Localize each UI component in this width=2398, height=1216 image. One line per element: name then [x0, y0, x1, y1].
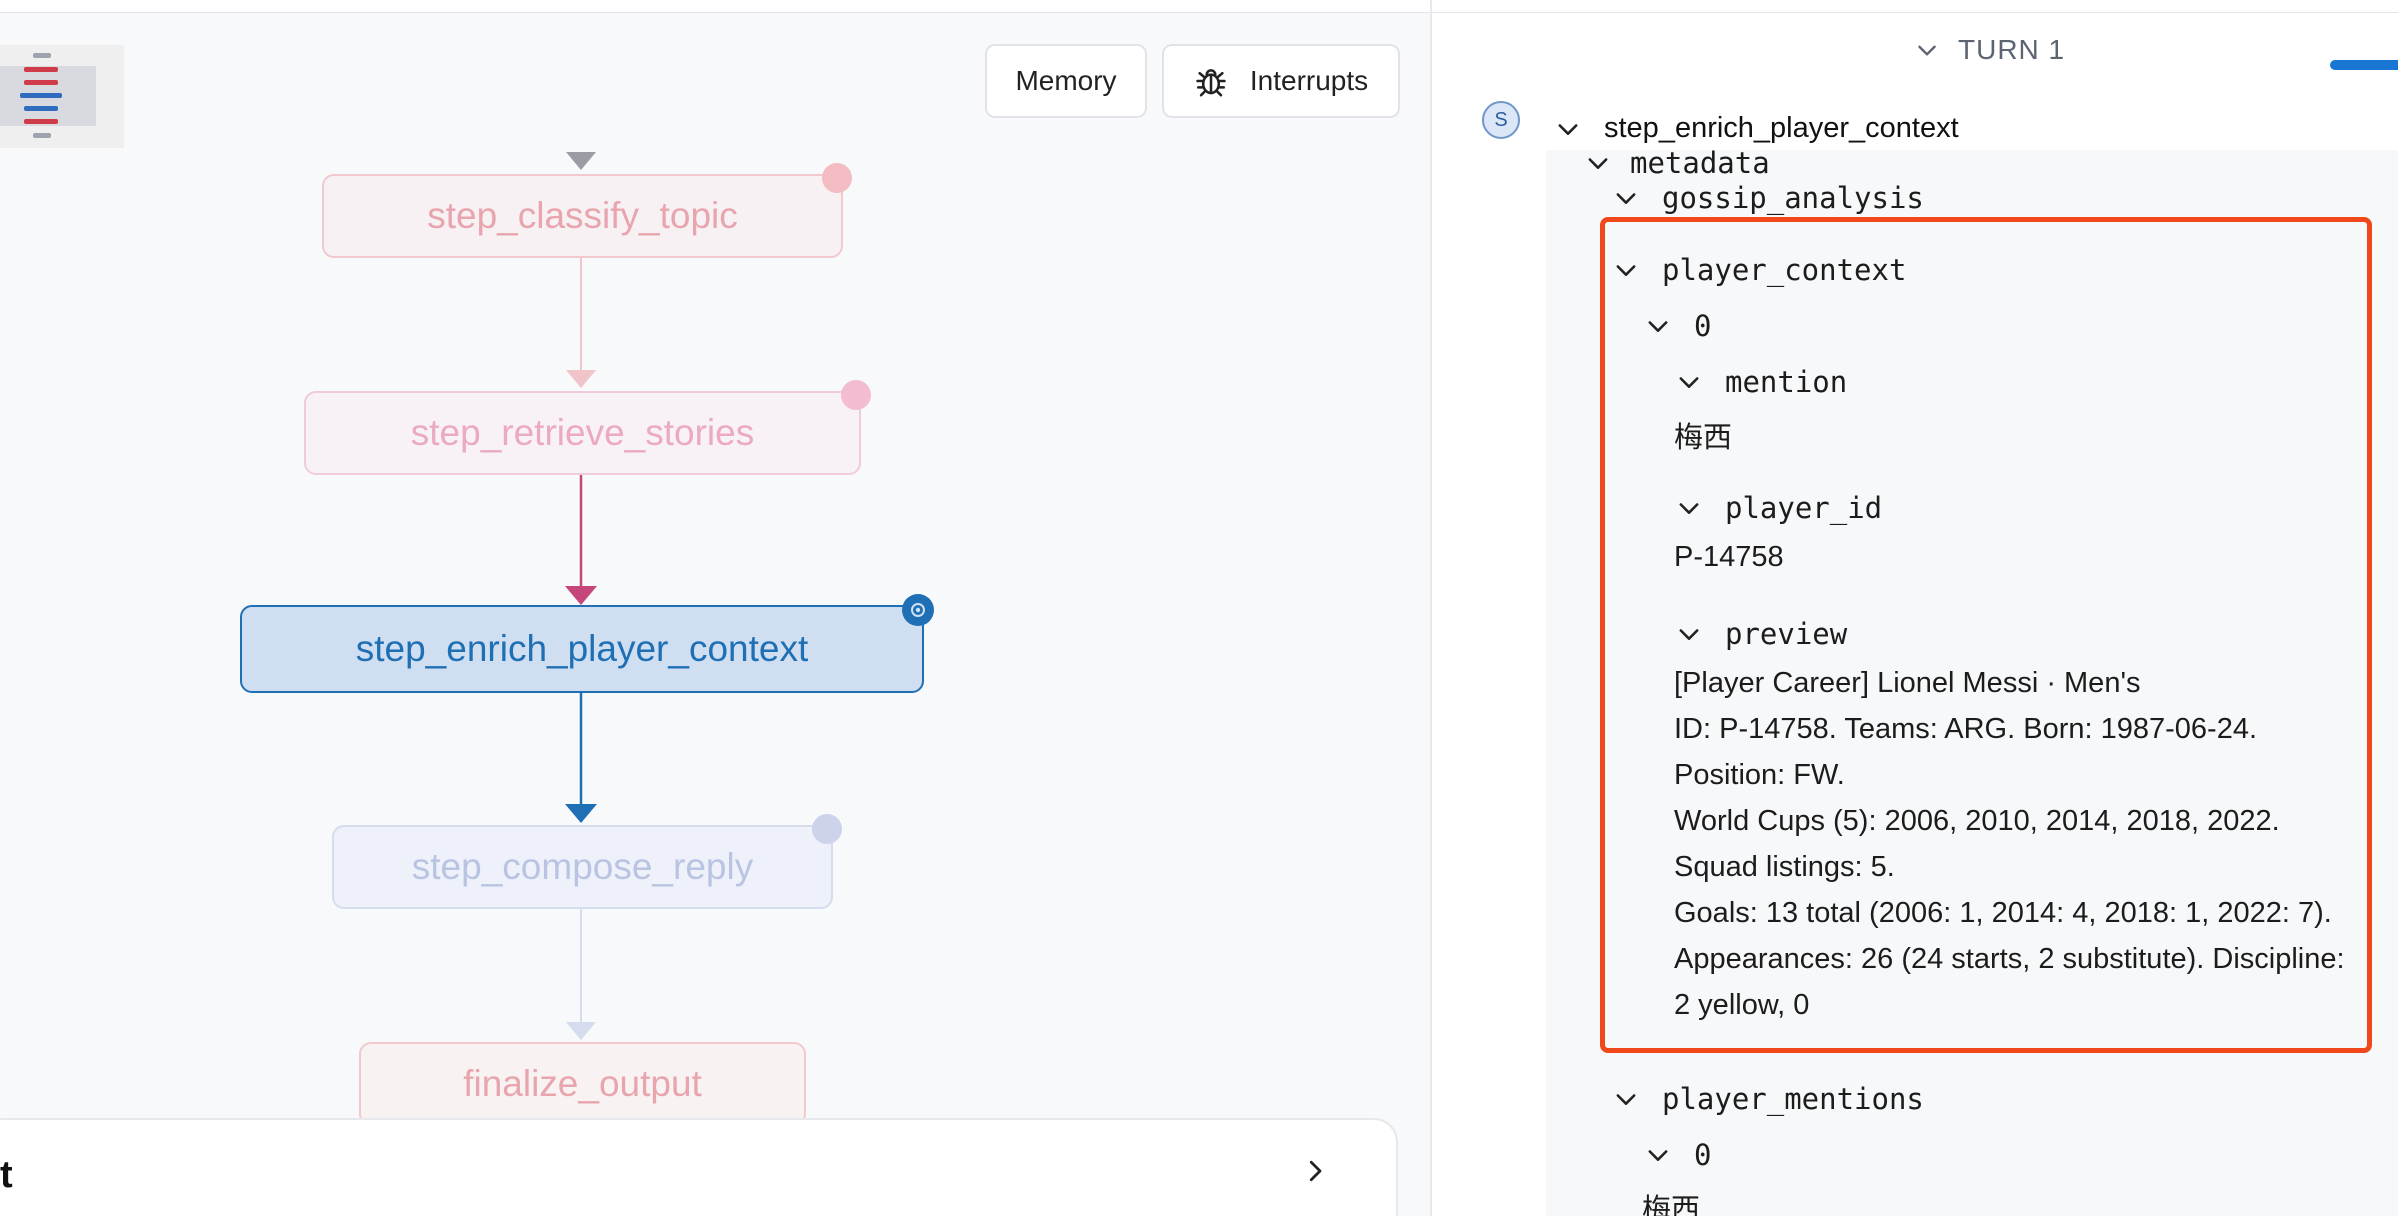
- node-label: step_enrich_player_context: [355, 628, 809, 669]
- chevron-down-icon: [1648, 1150, 1668, 1161]
- tree-key: player_mentions: [1662, 1082, 1924, 1116]
- node-status-dot: [841, 380, 871, 410]
- node-label: step_classify_topic: [427, 195, 738, 236]
- node-step-retrieve-stories[interactable]: step_retrieve_stories: [304, 391, 861, 475]
- tree-node-player-context[interactable]: player_context: [1612, 253, 1906, 287]
- tree-node-mention[interactable]: mention: [1675, 365, 1847, 399]
- tree-key: preview: [1725, 617, 1848, 651]
- mentions-value: 梅西: [1642, 1194, 1701, 1216]
- tree-key: mention: [1725, 365, 1848, 399]
- node-label: step_compose_reply: [411, 846, 754, 887]
- tree-node-player-mentions[interactable]: player_mentions: [1612, 1082, 1924, 1116]
- tree-key: gossip_analysis: [1662, 181, 1924, 215]
- tree-key: player_id: [1725, 491, 1883, 525]
- chevron-down-icon: [1679, 377, 1699, 388]
- top-border: [1432, 0, 2398, 13]
- bottom-panel[interactable]: t: [0, 1118, 1398, 1216]
- preview-line: 2 yellow, 0: [1674, 989, 1810, 1021]
- node-finalize-output[interactable]: finalize_output: [359, 1042, 806, 1126]
- inspector-panel: TURN 1 S step_enrich_player_context meta…: [1432, 0, 2398, 1216]
- turn-header[interactable]: TURN 1: [1914, 34, 2065, 66]
- chevron-down-icon: [1679, 503, 1699, 514]
- edge-arrow-1: [566, 370, 596, 388]
- tree-key: 0: [1694, 1138, 1712, 1172]
- node-step-enrich-player-context[interactable]: step_enrich_player_context: [240, 605, 924, 693]
- node-status-dot: [812, 814, 842, 844]
- turn-progress-bar: [2330, 60, 2398, 70]
- tree-node-index-0[interactable]: 0: [1644, 309, 1711, 343]
- chevron-down-icon: [1918, 45, 1936, 56]
- chevron-down-icon: [1616, 193, 1636, 204]
- tree-node-player-id[interactable]: player_id: [1675, 491, 1882, 525]
- mention-value: 梅西: [1674, 422, 1733, 454]
- node-status-dot: [822, 163, 852, 193]
- chevron-down-icon: [1648, 321, 1668, 332]
- step-header[interactable]: step_enrich_player_context: [1554, 112, 1959, 145]
- edge-arrow-3: [565, 804, 597, 823]
- edge-arrow-4: [566, 1022, 596, 1040]
- graph-canvas[interactable]: Memory Interrupts step_classify_topic st…: [0, 0, 1430, 1216]
- bottom-panel-title: t: [0, 1154, 13, 1196]
- tree-key: 0: [1694, 309, 1712, 343]
- node-label: finalize_output: [463, 1063, 702, 1104]
- preview-line: Position: FW.: [1674, 759, 1845, 791]
- gear-icon: [902, 594, 934, 626]
- chevron-right-icon[interactable]: [1300, 1156, 1330, 1186]
- tree-key: player_context: [1662, 253, 1907, 287]
- edge-arrow-2: [565, 586, 597, 605]
- chevron-down-icon: [1588, 158, 1608, 169]
- preview-line: ID: P-14758. Teams: ARG. Born: 1987-06-2…: [1674, 713, 2258, 745]
- tree-node-gossip-analysis[interactable]: gossip_analysis: [1612, 181, 1924, 215]
- chevron-down-icon: [1616, 265, 1636, 276]
- chevron-down-icon: [1616, 1094, 1636, 1105]
- step-name: step_enrich_player_context: [1604, 112, 1959, 144]
- node-step-classify-topic[interactable]: step_classify_topic: [322, 174, 843, 258]
- step-badge: S: [1482, 101, 1520, 139]
- tree-node-mentions-index-0[interactable]: 0: [1644, 1138, 1711, 1172]
- tree-node-preview[interactable]: preview: [1675, 617, 1847, 651]
- chevron-down-icon: [1679, 629, 1699, 640]
- preview-line: [Player Career] Lionel Messi · Men's: [1674, 667, 2141, 699]
- preview-line: Appearances: 26 (24 starts, 2 substitute…: [1674, 943, 2345, 975]
- turn-label: TURN 1: [1958, 34, 2066, 65]
- preview-line: World Cups (5): 2006, 2010, 2014, 2018, …: [1674, 805, 2280, 837]
- node-step-compose-reply[interactable]: step_compose_reply: [332, 825, 833, 909]
- node-label: step_retrieve_stories: [410, 412, 755, 453]
- chevron-down-icon: [1558, 123, 1578, 135]
- tree-node-metadata[interactable]: metadata: [1584, 146, 1770, 180]
- preview-line: Squad listings: 5.: [1674, 851, 1895, 883]
- player-id-value: P-14758: [1674, 541, 1784, 573]
- tree-key: metadata: [1630, 146, 1770, 180]
- preview-line: Goals: 13 total (2006: 1, 2014: 4, 2018:…: [1674, 897, 2332, 929]
- edge-arrow-in: [566, 152, 596, 170]
